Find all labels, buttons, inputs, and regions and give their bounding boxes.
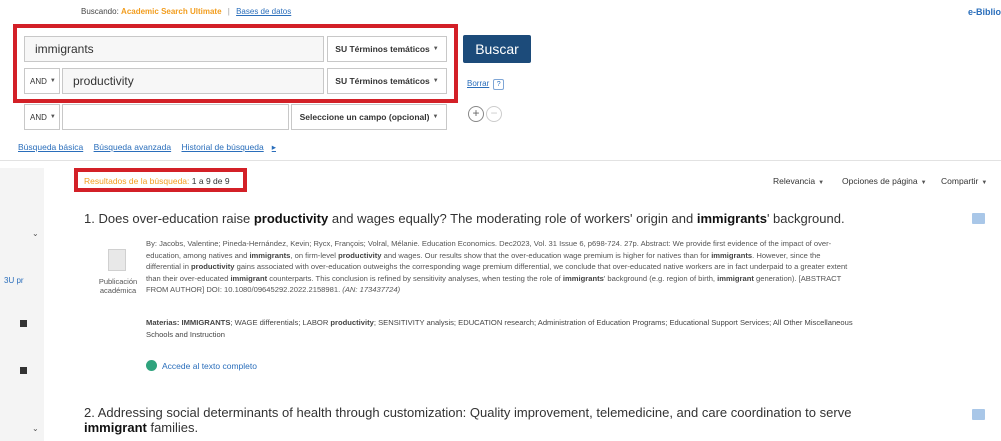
result-title[interactable]: 2. Addressing social determinants of hea…	[84, 405, 851, 435]
chevron-down-icon[interactable]: ⌄	[32, 424, 39, 433]
result-subjects: Materias: IMMIGRANTS; WAGE differentials…	[146, 318, 853, 339]
full-text-link[interactable]: Accede al texto completo	[146, 360, 257, 371]
basic-search-link[interactable]: Búsqueda básica	[18, 142, 83, 152]
databases-link[interactable]: Bases de datos	[236, 7, 291, 16]
highlight-box-results	[74, 168, 247, 192]
sidebar	[0, 168, 44, 441]
chevron-down-icon: ▼	[920, 180, 927, 186]
folder-icon[interactable]	[972, 213, 985, 224]
caret-right-icon: ▸	[271, 142, 276, 152]
brand-link[interactable]: e-Biblio	[968, 7, 1001, 17]
search-context: Buscando: Academic Search Ultimate | Bas…	[81, 7, 292, 16]
advanced-search-link[interactable]: Búsqueda avanzada	[94, 142, 172, 152]
checkbox-icon[interactable]	[20, 367, 27, 374]
remove-row-icon[interactable]: −	[486, 106, 502, 122]
full-text-icon	[146, 360, 157, 371]
chevron-down-icon: ▼	[818, 180, 825, 186]
folder-icon[interactable]	[972, 409, 985, 420]
clear-control: Borrar?	[467, 79, 505, 90]
relevance-sort[interactable]: Relevancia ▼	[773, 176, 824, 186]
database-name: Academic Search Ultimate	[121, 7, 222, 16]
field-select-3[interactable]: Seleccione un campo (opcional) ▼	[291, 104, 447, 130]
page-options[interactable]: Opciones de página ▼	[842, 176, 927, 186]
share-menu[interactable]: Compartir ▼	[941, 176, 987, 186]
publication-type: Publicación académica	[98, 277, 138, 295]
result-abstract: By: Jacobs, Valentine; Pineda-Hernández,…	[146, 239, 848, 295]
clear-link[interactable]: Borrar	[467, 79, 489, 88]
help-icon[interactable]: ?	[493, 79, 505, 90]
sidebar-partial-text[interactable]: 3U pr	[4, 276, 24, 285]
search-nav: Búsqueda básica Búsqueda avanzada Histor…	[18, 142, 292, 153]
search-button[interactable]: Buscar	[463, 35, 531, 63]
add-row-icon[interactable]: +	[468, 106, 484, 122]
chevron-down-icon[interactable]: ⌄	[32, 229, 39, 238]
chevron-down-icon: ▼	[981, 180, 988, 186]
search-history-link[interactable]: Historial de búsqueda ▸	[181, 142, 284, 152]
chevron-down-icon: ▼	[49, 114, 56, 120]
chevron-down-icon: ▼	[432, 114, 439, 120]
search-term-3[interactable]	[62, 104, 289, 130]
highlight-box-search	[13, 24, 458, 103]
document-icon	[108, 249, 126, 271]
result-title[interactable]: 1. Does over-education raise productivit…	[84, 211, 845, 226]
divider	[0, 160, 1001, 161]
checkbox-icon[interactable]	[20, 320, 27, 327]
bool-select-3[interactable]: AND ▼	[24, 104, 60, 130]
